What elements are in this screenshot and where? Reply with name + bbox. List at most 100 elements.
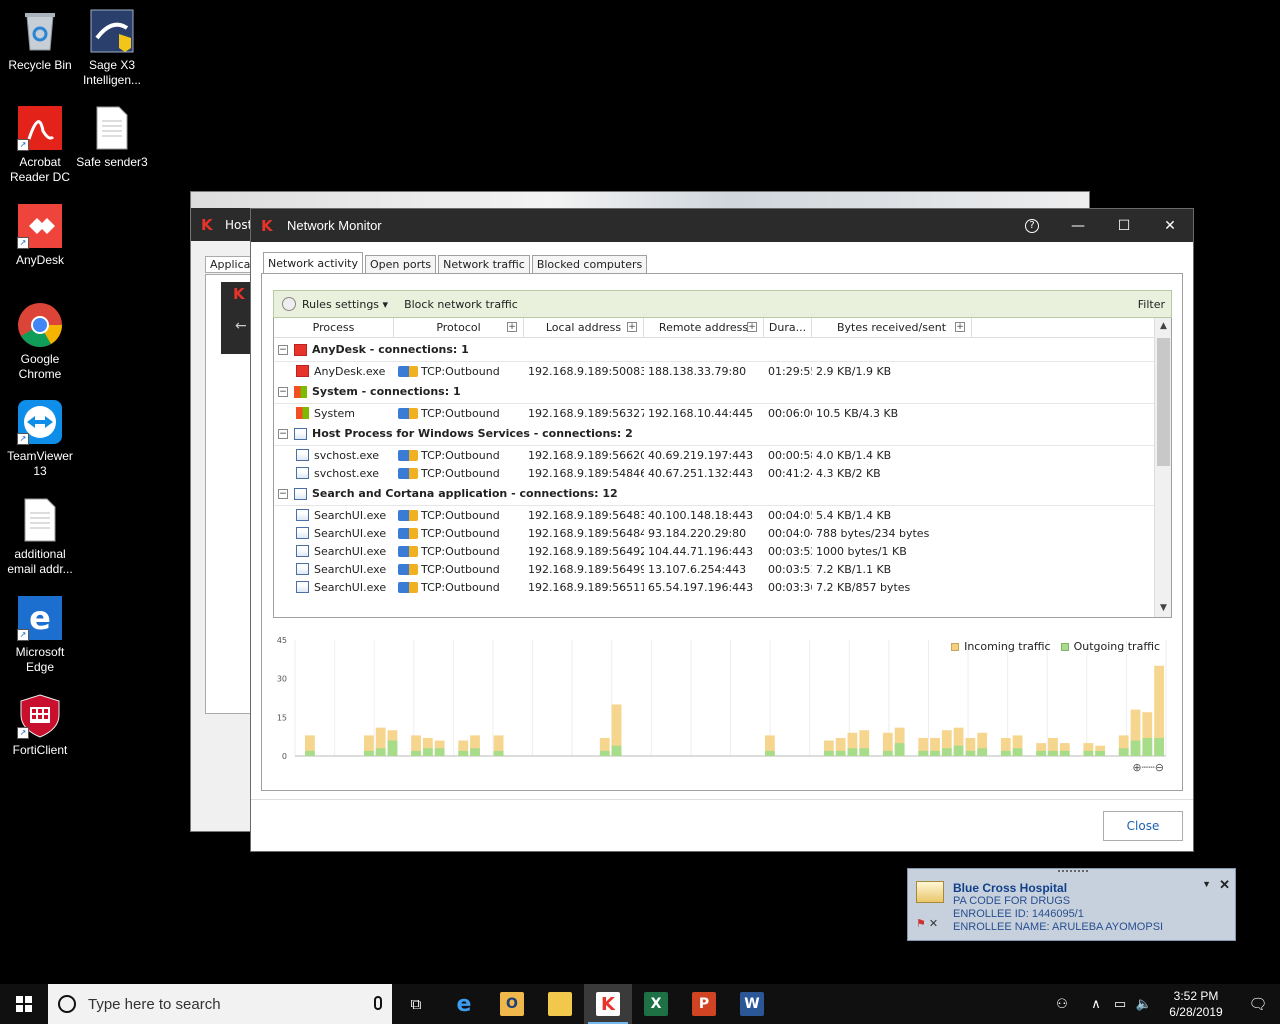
table-row[interactable]: System TCP:Outbound 192.168.9.189:56327 192…	[274, 404, 1171, 422]
table-cell: 40.100.148.18:443	[644, 509, 764, 522]
taskbar-search[interactable]: Type here to search	[48, 984, 392, 1024]
action-center-icon[interactable]: 🗨	[1236, 995, 1280, 1013]
table-row[interactable]: SearchUI.exe TCP:Outbound 192.168.9.189:56…	[274, 560, 1171, 578]
taskbar-edge[interactable]: e	[440, 984, 488, 1024]
column-header-local-address[interactable]: Local address +	[524, 318, 644, 337]
collapse-icon[interactable]: −	[278, 428, 288, 439]
tab-network-activity[interactable]: Network activity	[263, 252, 363, 273]
block-network-traffic-button[interactable]: Block network traffic	[404, 298, 518, 311]
group-row[interactable]: − Host Process for Windows Services - con…	[274, 422, 1171, 446]
table-cell: 1000 bytes/1 KB	[812, 545, 972, 558]
outgoing-traffic-bar	[375, 748, 386, 756]
outgoing-traffic-bar	[1036, 750, 1047, 756]
cell-local: 192.168.9.189:56483	[528, 508, 644, 522]
maximize-button[interactable]: ☐	[1101, 209, 1147, 242]
table-row[interactable]: svchost.exe TCP:Outbound 192.168.9.189:566…	[274, 446, 1171, 464]
desktop-icon-chrome[interactable]: Google Chrome	[0, 302, 80, 382]
table-cell: 192.168.9.189:56511	[524, 581, 644, 594]
close-button[interactable]: Close	[1103, 811, 1183, 841]
network-icon[interactable]: ▭	[1108, 997, 1132, 1012]
desktop-icon-safe-sender3[interactable]: Safe sender3	[72, 105, 152, 170]
expand-column-icon[interactable]: +	[627, 322, 637, 332]
zoom-out-icon[interactable]: ⊖	[1155, 761, 1164, 774]
column-header-protocol[interactable]: Protocol +	[394, 318, 524, 337]
people-icon[interactable]: ⚇	[1050, 997, 1074, 1012]
zoom-in-icon[interactable]: ⊕	[1132, 761, 1141, 774]
table-cell: 192.168.9.189:50083	[524, 365, 644, 378]
taskbar-excel[interactable]: X	[632, 984, 680, 1024]
column-header-duration[interactable]: Dura...	[764, 318, 812, 337]
table-row[interactable]: svchost.exe TCP:Outbound 192.168.9.189:548…	[274, 464, 1171, 482]
expand-column-icon[interactable]: +	[955, 322, 965, 332]
desktop-icon-anydesk[interactable]: ↗ AnyDesk	[0, 203, 80, 268]
tab-blocked-computers[interactable]: Blocked computers	[531, 255, 648, 273]
tab-network-traffic[interactable]: Network traffic	[438, 255, 530, 273]
table-row[interactable]: SearchUI.exe TCP:Outbound 192.168.9.189:56…	[274, 506, 1171, 524]
desktop-icon-recycle-bin[interactable]: Recycle Bin	[0, 8, 80, 73]
table-cell: 40.67.251.132:443	[644, 467, 764, 480]
minimize-button[interactable]: —	[1055, 209, 1101, 242]
notification-close-icon[interactable]: ✕	[1219, 877, 1230, 893]
desktop-icon-sage-x3[interactable]: Sage X3 Intelligen...	[72, 8, 152, 88]
taskbar-word[interactable]: W	[728, 984, 776, 1024]
expand-column-icon[interactable]: +	[747, 322, 757, 332]
group-row[interactable]: − System - connections: 1	[274, 380, 1171, 404]
vertical-scrollbar[interactable]: ▲ ▼	[1154, 318, 1171, 617]
task-view-button[interactable]: ⧉	[392, 984, 440, 1024]
table-cell: 00:03:52	[764, 545, 812, 558]
expand-column-icon[interactable]: +	[507, 322, 517, 332]
collapse-icon[interactable]: −	[278, 488, 288, 499]
flag-icon[interactable]: ⚑ ✕	[916, 917, 938, 930]
tab-open-ports[interactable]: Open ports	[364, 255, 437, 273]
mail-notification[interactable]: Blue Cross Hospital PA CODE FOR DRUGS EN…	[907, 868, 1236, 941]
desktop-icon-teamviewer[interactable]: ↗ TeamViewer 13	[0, 399, 80, 479]
scroll-down-icon[interactable]: ▼	[1155, 600, 1171, 617]
rules-settings-button[interactable]: Rules settings ▾	[302, 298, 388, 311]
outgoing-traffic-bar	[458, 750, 469, 756]
table-row[interactable]: SearchUI.exe TCP:Outbound 192.168.9.189:56…	[274, 578, 1171, 596]
outgoing-traffic-bar	[422, 748, 433, 756]
column-header-label: Bytes received/sent	[836, 321, 947, 334]
back-arrow-icon[interactable]: ←	[235, 318, 247, 334]
collapse-icon[interactable]: −	[278, 386, 288, 397]
table-row[interactable]: AnyDesk.exe TCP:Outbound 192.168.9.189:500…	[274, 362, 1171, 380]
desktop-icon-additional-email[interactable]: additional email addr...	[0, 497, 80, 577]
table-cell: 13.107.6.254:443	[644, 563, 764, 576]
delete-icon[interactable]: ✕	[929, 918, 938, 930]
column-header-remote-address[interactable]: Remote address +	[644, 318, 764, 337]
window-titlebar[interactable]: Network Monitor ? — ☐ ✕	[251, 209, 1193, 242]
window-icon	[294, 427, 307, 440]
column-header-process[interactable]: Process	[274, 318, 394, 337]
desktop-icon-acrobat[interactable]: ↗ Acrobat Reader DC	[0, 105, 80, 185]
table-row[interactable]: SearchUI.exe TCP:Outbound 192.168.9.189:56…	[274, 524, 1171, 542]
table-row[interactable]: SearchUI.exe TCP:Outbound 192.168.9.189:56…	[274, 542, 1171, 560]
table-cell: 192.168.9.189:56499	[524, 563, 644, 576]
collapse-icon[interactable]: −	[278, 344, 288, 355]
filter-button[interactable]: Filter	[1138, 298, 1165, 311]
cell-duration: 00:03:52	[768, 544, 812, 558]
taskbar-clock[interactable]: 3:52 PM 6/28/2019	[1156, 988, 1236, 1020]
notification-menu-chevron-icon[interactable]: ▼	[1202, 879, 1211, 889]
zoom-control[interactable]: ⊕┄┄⊖	[1132, 761, 1164, 774]
show-hidden-icons-chevron-icon[interactable]: ∧	[1084, 997, 1108, 1012]
scroll-up-icon[interactable]: ▲	[1155, 318, 1171, 335]
taskbar-powerpoint[interactable]: P	[680, 984, 728, 1024]
taskbar-file-explorer[interactable]	[536, 984, 584, 1024]
volume-icon[interactable]: 🔈	[1132, 997, 1156, 1012]
start-button[interactable]	[0, 984, 48, 1024]
group-row[interactable]: − AnyDesk - connections: 1	[274, 338, 1171, 362]
cell-remote: 192.168.10.44:445	[648, 406, 754, 420]
cell-local: 192.168.9.189:56511	[528, 580, 644, 594]
scrollbar-thumb[interactable]	[1157, 338, 1170, 466]
notification-line-2: ENROLLEE NAME: ARULEBA AYOMOPSI	[953, 921, 1164, 933]
column-header-bytes[interactable]: Bytes received/sent +	[812, 318, 972, 337]
folder-icon	[548, 992, 572, 1016]
taskbar-outlook[interactable]: O	[488, 984, 536, 1024]
microphone-icon[interactable]	[374, 996, 382, 1010]
close-window-button[interactable]: ✕	[1147, 209, 1193, 242]
group-row[interactable]: − Search and Cortana application - connec…	[274, 482, 1171, 506]
taskbar-kaspersky[interactable]: K	[584, 984, 632, 1024]
desktop-icon-forticlient[interactable]: ↗ FortiClient	[0, 693, 80, 758]
desktop-icon-edge[interactable]: e ↗ Microsoft Edge	[0, 595, 80, 675]
help-icon[interactable]: ?	[1009, 209, 1055, 242]
